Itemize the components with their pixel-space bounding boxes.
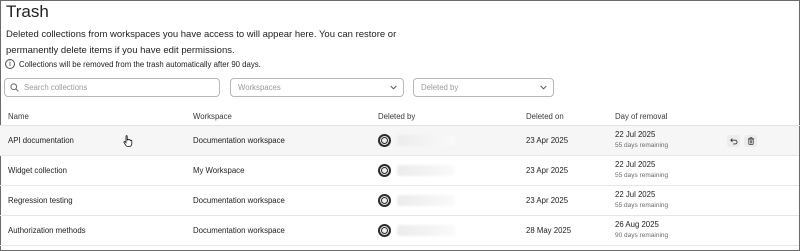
deleted-on-date: 23 Apr 2025 [526,166,569,175]
deleted-by-select[interactable]: Deleted by [413,78,554,97]
table-row[interactable]: Widget collection My Workspace 23 Apr 20… [0,156,799,186]
retention-notice-text: Collections will be removed from the tra… [19,59,261,69]
removal-info: 22 Jul 2025 55 days remaining [615,190,668,211]
redacted-user-name [397,165,455,176]
page-description: Deleted collections from workspaces you … [6,29,397,56]
workspaces-select[interactable]: Workspaces [230,78,404,97]
trash-icon [747,137,754,145]
collection-name: Widget collection [8,166,67,175]
restore-button[interactable] [727,135,740,147]
redacted-user-name [397,195,455,206]
delete-permanently-button[interactable] [744,135,757,147]
redacted-user-name [397,135,455,146]
search-box[interactable] [4,78,220,97]
search-input[interactable] [24,83,204,92]
table-header: Name Workspace Deleted by Deleted on Day… [0,106,800,126]
deleted-on-date: 28 May 2025 [526,226,572,235]
user-avatar [378,164,391,177]
hand-pointer-cursor-icon [123,135,133,147]
workspaces-select-label: Workspaces [238,83,281,92]
days-remaining: 90 days remaining [615,232,669,239]
restore-icon [729,138,737,145]
info-icon: i [5,59,15,69]
table-row[interactable]: Authorization methods Documentation work… [0,216,799,246]
days-remaining: 55 days remaining [615,142,669,149]
column-header-deleted-on[interactable]: Deleted on [526,112,564,121]
deleted-on-date: 23 Apr 2025 [526,136,569,145]
column-header-day-of-removal[interactable]: Day of removal [615,112,667,121]
table-row[interactable]: Regression testing Documentation workspa… [0,186,799,216]
workspace-name: Documentation workspace [193,226,285,235]
collection-name: Regression testing [8,196,73,205]
user-avatar [378,224,391,237]
days-remaining: 55 days remaining [615,172,669,179]
removal-info: 26 Aug 2025 90 days remaining [615,220,668,241]
row-actions [727,135,757,147]
removal-date: 26 Aug 2025 [615,220,659,229]
user-avatar [378,194,391,207]
chevron-down-icon [390,85,397,90]
collection-name: Authorization methods [8,226,86,235]
column-header-deleted-by[interactable]: Deleted by [378,112,415,121]
retention-notice: i Collections will be removed from the t… [5,59,261,69]
chevron-down-icon [540,85,547,90]
removal-date: 22 Jul 2025 [615,130,656,139]
removal-date: 22 Jul 2025 [615,160,656,169]
redacted-user-name [397,225,455,236]
user-avatar [378,134,391,147]
column-header-workspace[interactable]: Workspace [193,112,232,121]
search-icon [10,83,19,92]
removal-info: 22 Jul 2025 55 days remaining [615,130,668,151]
deleted-on-date: 23 Apr 2025 [526,196,569,205]
workspace-name: Documentation workspace [193,196,285,205]
table-row[interactable]: API documentation Documentation workspac… [0,126,799,156]
workspace-name: Documentation workspace [193,136,285,145]
column-header-name[interactable]: Name [8,112,29,121]
collection-name: API documentation [8,136,74,145]
workspace-name: My Workspace [193,166,245,175]
removal-date: 22 Jul 2025 [615,190,656,199]
deleted-by-select-label: Deleted by [421,83,459,92]
removal-info: 22 Jul 2025 55 days remaining [615,160,668,181]
page-title: Trash [6,2,49,21]
days-remaining: 55 days remaining [615,202,669,209]
